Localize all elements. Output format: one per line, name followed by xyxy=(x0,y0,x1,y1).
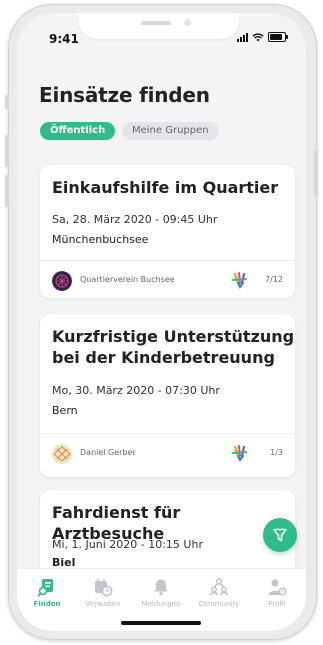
home-indicator xyxy=(121,621,201,625)
organizer-avatar xyxy=(52,444,72,464)
phone-screen: 9:41 Einsätze finden Öffentlich Meine Gr… xyxy=(17,13,306,631)
signal-icon xyxy=(237,32,248,42)
phone-mute-switch xyxy=(5,95,9,109)
tab-verwalten[interactable]: Verwalten xyxy=(75,577,131,608)
camera xyxy=(184,19,191,26)
status-time: 9:41 xyxy=(49,32,79,46)
card-place: Münchenbuchsee xyxy=(52,233,149,246)
wifi-icon xyxy=(252,32,264,41)
card-date: Sa, 28. März 2020 - 09:45 Uhr xyxy=(52,213,218,226)
filter-button[interactable] xyxy=(263,518,297,552)
tab-label: Profil xyxy=(268,600,286,608)
search-list-icon xyxy=(37,579,53,597)
mission-card[interactable]: Einkaufshilfe im Quartier Sa, 28. März 2… xyxy=(40,165,295,298)
profile-settings-icon xyxy=(268,579,287,596)
phone-volume-up xyxy=(5,135,9,167)
helping-hands-icon xyxy=(232,272,247,289)
card-date: Mi, 1. Juni 2020 - 10:15 Uhr xyxy=(52,538,203,551)
card-date: Mo, 30. März 2020 - 07:30 Uhr xyxy=(52,384,220,397)
notch xyxy=(79,13,239,39)
tab-community[interactable]: Community xyxy=(191,577,247,608)
organizer-avatar xyxy=(52,271,72,291)
tab-label: Meldungen xyxy=(141,600,181,608)
filter-public-pill[interactable]: Öffentlich xyxy=(40,122,116,140)
mission-card[interactable]: Kurzfristige Unterstützung bei der Kinde… xyxy=(40,314,295,477)
speaker xyxy=(141,21,171,25)
bell-icon xyxy=(154,579,168,596)
helper-count: 7/12 xyxy=(265,275,283,284)
organizer-name: Quartierverein Buchsee xyxy=(80,275,175,284)
filter-my-groups-pill[interactable]: Meine Gruppen xyxy=(122,122,219,140)
tab-profil[interactable]: Profil xyxy=(249,577,305,608)
card-title: Einkaufshilfe im Quartier xyxy=(52,178,279,197)
tab-label: Community xyxy=(198,600,240,608)
card-footer: Daniel Gerber 1/3 xyxy=(40,433,295,472)
card-footer: Quartierverein Buchsee 7/12 xyxy=(40,260,295,298)
tab-bar: Finden Verwalten Meldungen Community Pro… xyxy=(17,568,306,631)
card-place: Bern xyxy=(52,404,78,417)
tab-label: Finden xyxy=(33,600,61,608)
community-icon xyxy=(209,578,229,596)
phone-power-button xyxy=(314,150,318,196)
helper-count: 1/3 xyxy=(270,448,283,457)
phone-volume-down xyxy=(5,175,9,207)
calendar-clock-icon xyxy=(95,579,113,597)
card-title-line2: bei der Kinderbetreuung xyxy=(52,348,275,367)
page-title: Einsätze finden xyxy=(39,83,210,107)
tab-label: Verwalten xyxy=(85,600,121,608)
battery-icon xyxy=(268,32,288,42)
organizer-name: Daniel Gerber xyxy=(80,448,136,457)
filter-icon xyxy=(273,528,287,542)
card-title: Kurzfristige Unterstützung xyxy=(52,327,295,346)
tab-meldungen[interactable]: Meldungen xyxy=(133,577,189,608)
tab-finden[interactable]: Finden xyxy=(19,577,75,608)
status-icons xyxy=(237,32,288,42)
helping-hands-icon xyxy=(232,445,247,462)
